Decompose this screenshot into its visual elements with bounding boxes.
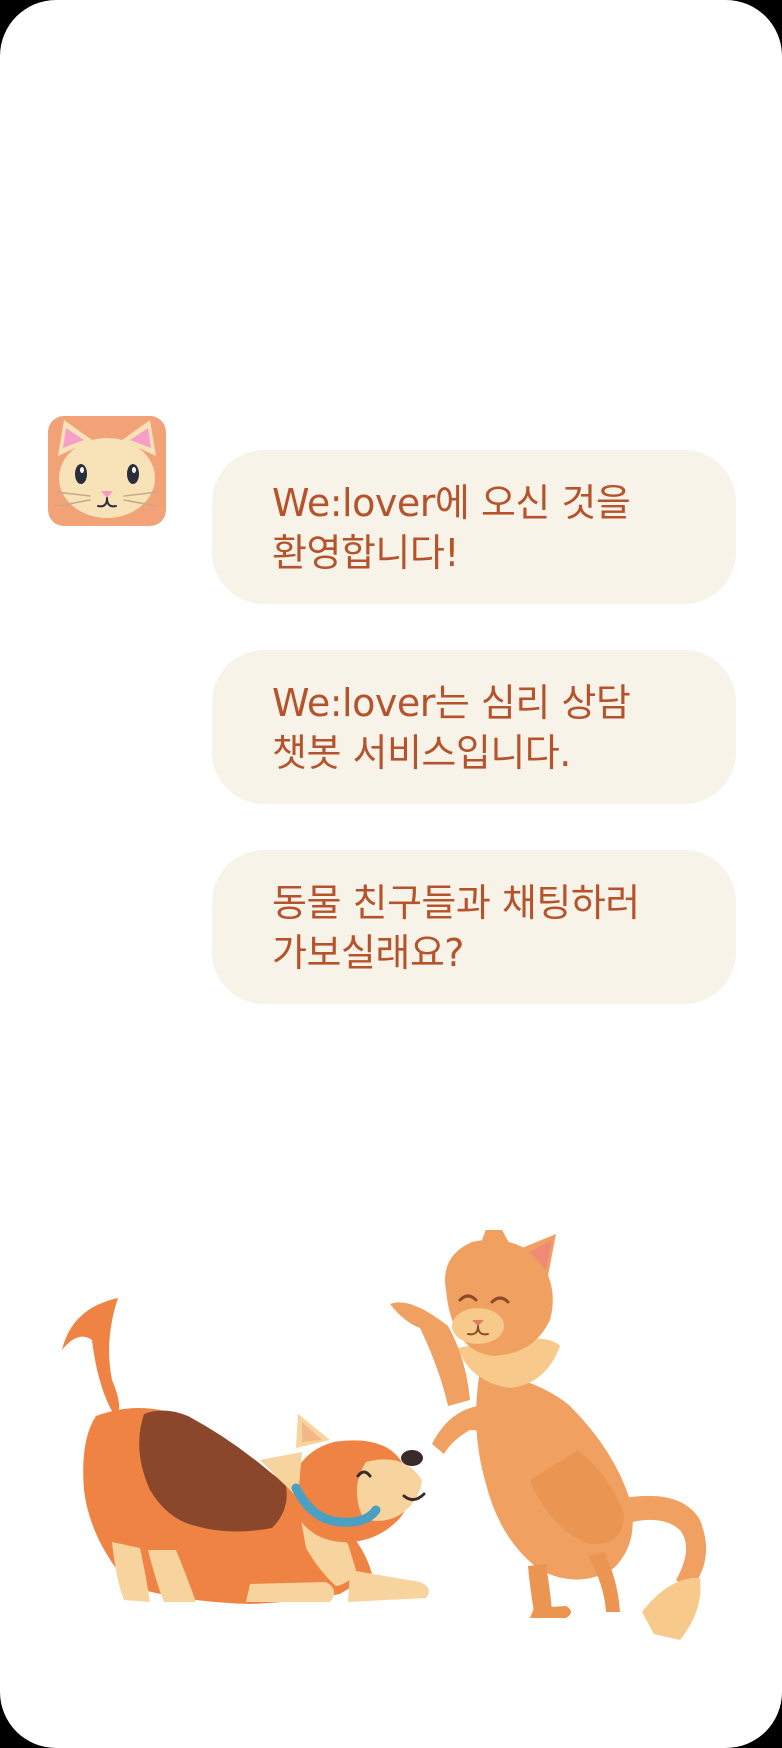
- chat-bubble-intro: We:lover는 심리 상담 챗봇 서비스입니다.: [212, 650, 736, 804]
- chat-bubble-text: We:lover에 오신 것을 환영합니다!: [272, 481, 631, 575]
- chat-bubble-welcome: We:lover에 오신 것을 환영합니다!: [212, 450, 736, 604]
- dog-illustration-icon: [62, 1298, 429, 1604]
- onboarding-screen: We:lover에 오신 것을 환영합니다! We:lover는 심리 상담 챗…: [0, 0, 782, 1748]
- pets-illustration: [0, 1212, 782, 1650]
- cat-avatar-icon: [48, 416, 166, 526]
- cat-illustration-icon: [390, 1212, 707, 1640]
- chat-bubble-text: 동물 친구들과 채팅하러 가보실래요?: [272, 881, 640, 975]
- chat-bubble-invite: 동물 친구들과 채팅하러 가보실래요?: [212, 850, 736, 1004]
- chat-bubble-text: We:lover는 심리 상담 챗봇 서비스입니다.: [272, 681, 631, 775]
